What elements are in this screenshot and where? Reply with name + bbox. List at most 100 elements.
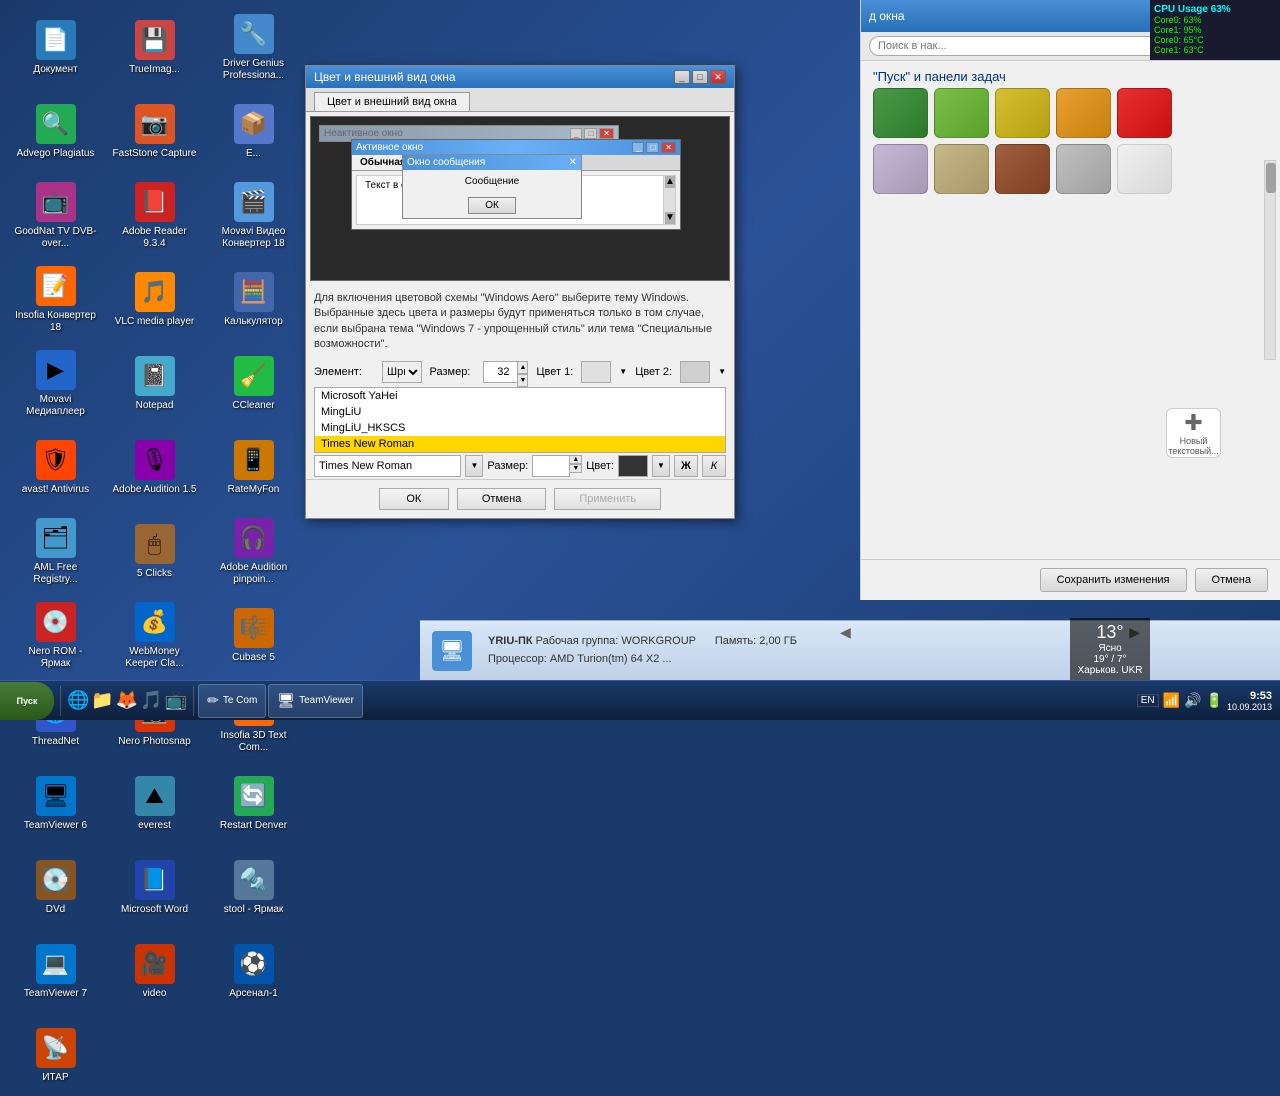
size-up-btn[interactable]: ▲ xyxy=(517,361,528,374)
font-size-up[interactable]: ▲ xyxy=(569,455,582,464)
dialog-minimize-btn[interactable]: _ xyxy=(674,70,690,84)
icon-driver-label: Driver Genius Professiona... xyxy=(211,58,296,82)
icon-advego[interactable]: 🔍 Advego Plagiatus xyxy=(8,92,103,172)
save-changes-button[interactable]: Сохранить изменения xyxy=(1040,568,1187,592)
icon-stool[interactable]: 🔩 stool - Ярмак xyxy=(206,848,301,928)
font-dropdown-arrow[interactable]: ▼ xyxy=(465,455,483,477)
icon-faststone[interactable]: 📷 FastStone Capture xyxy=(107,92,202,172)
icon-amlfree[interactable]: 🗂 AML Free Registry... xyxy=(8,512,103,592)
icon-webmoney[interactable]: 💰 WebMoney Keeper Cla... xyxy=(107,596,202,676)
inactive-max[interactable]: □ xyxy=(584,128,597,139)
dialog-maximize-btn[interactable]: □ xyxy=(692,70,708,84)
color-swatch-6[interactable] xyxy=(873,144,928,194)
color-swatch-10[interactable] xyxy=(1117,144,1172,194)
dialog-tab-bar: Цвет и внешний вид окна xyxy=(306,88,734,112)
icon-dvd[interactable]: 💽 DVd xyxy=(8,848,103,928)
font-size-down[interactable]: ▼ xyxy=(569,464,582,473)
dialog-close-btn[interactable]: ✕ xyxy=(710,70,726,84)
icon-driver[interactable]: 🔧 Driver Genius Professiona... xyxy=(206,8,301,88)
icon-audition2[interactable]: 🎧 Adobe Audition pinpoin... xyxy=(206,512,301,592)
color-swatch-8[interactable] xyxy=(995,144,1050,194)
quick-folder-icon[interactable]: 📁 xyxy=(91,690,113,711)
icon-itar[interactable]: 📡 ИТАР xyxy=(8,1016,103,1096)
dialog-apply-button[interactable]: Применить xyxy=(554,488,661,510)
color-swatch-1[interactable] xyxy=(873,88,928,138)
inactive-min[interactable]: _ xyxy=(570,128,582,139)
icon-arsenal[interactable]: ⚽ Арсенал-1 xyxy=(206,932,301,1012)
color-swatch-3[interactable] xyxy=(995,88,1050,138)
icon-trueimage[interactable]: 💾 TrueImag... xyxy=(107,8,202,88)
font-item-4-selected[interactable]: Times New Roman xyxy=(315,436,725,452)
font-color-btn[interactable] xyxy=(618,455,648,477)
dialog-title: Цвет и внешний вид окна xyxy=(314,70,456,84)
dialog-ok-button[interactable]: ОК xyxy=(379,488,449,510)
italic-button[interactable]: К xyxy=(702,455,726,477)
icon-notepad[interactable]: 📓 Notepad xyxy=(107,344,202,424)
right-panel-cancel-button[interactable]: Отмена xyxy=(1195,568,1268,592)
icon-restart[interactable]: 🔄 Restart Denver xyxy=(206,764,301,844)
icon-ccleaner[interactable]: 🧹 CCleaner xyxy=(206,344,301,424)
color-swatch-5[interactable] xyxy=(1117,88,1172,138)
icon-msword[interactable]: 📘 Microsoft Word xyxy=(107,848,202,928)
color-swatch-2[interactable] xyxy=(934,88,989,138)
active-max[interactable]: □ xyxy=(646,142,659,153)
element-select[interactable]: Шрифт сообщения xyxy=(382,361,422,383)
tab-color-appearance[interactable]: Цвет и внешний вид окна xyxy=(314,92,470,111)
icon-teamviewer2[interactable]: 💻 TeamViewer 7 xyxy=(8,932,103,1012)
new-theme-button[interactable]: ✚ Новый текстовый... xyxy=(1166,408,1221,458)
message-close-icon[interactable]: ✕ xyxy=(569,157,577,168)
quick-media-icon[interactable]: 📺 xyxy=(165,690,187,711)
icon-video[interactable]: 🎥 video xyxy=(107,932,202,1012)
scroll-left-btn[interactable]: ◀ xyxy=(840,624,851,641)
color2-btn[interactable] xyxy=(680,361,710,383)
icon-e[interactable]: 📦 Е... xyxy=(206,92,301,172)
dialog-cancel-button[interactable]: Отмена xyxy=(457,488,546,510)
icon-vlc[interactable]: 🎵 VLC media player xyxy=(107,260,202,340)
taskbar-item-teamviewer[interactable]: 🖥 TeamViewer xyxy=(268,684,363,718)
icon-cubase[interactable]: 🎼 Cubase 5 xyxy=(206,596,301,676)
icon-doc[interactable]: 📄 Документ xyxy=(8,8,103,88)
bold-button[interactable]: Ж xyxy=(674,455,698,477)
icon-movavi[interactable]: 🎬 Movavi Видео Конвертер 18 xyxy=(206,176,301,256)
icon-adobereader[interactable]: 📕 Adobe Reader 9.3.4 xyxy=(107,176,202,256)
quick-firefox-icon[interactable]: 🦊 xyxy=(116,690,138,711)
pc-memory: Память: 2,00 ГБ xyxy=(715,635,797,647)
icon-calc[interactable]: 🧮 Калькулятор xyxy=(206,260,301,340)
color1-dropdown[interactable]: ▼ xyxy=(619,367,627,376)
icon-avast[interactable]: 🛡 avast! Antivirus xyxy=(8,428,103,508)
inactive-close[interactable]: ✕ xyxy=(599,128,614,139)
message-ok-button[interactable]: ОК xyxy=(468,197,516,214)
active-close[interactable]: ✕ xyxy=(661,142,676,153)
font-item-2[interactable]: MingLiU xyxy=(315,404,725,420)
size-down-btn[interactable]: ▼ xyxy=(517,374,528,387)
icon-insofia[interactable]: 📝 Insofia Конвертер 18 xyxy=(8,260,103,340)
text-scrollbar[interactable]: ▲ ▼ xyxy=(663,176,675,224)
icon-movavi2[interactable]: ▶ Movavi Медиаплеер xyxy=(8,344,103,424)
color-swatch-4[interactable] xyxy=(1056,88,1111,138)
font-item-1[interactable]: Microsoft YaHei xyxy=(315,388,725,404)
start-button[interactable]: Пуск xyxy=(0,682,54,720)
clock-date: 10.09.2013 xyxy=(1227,702,1272,712)
color2-dropdown[interactable]: ▼ xyxy=(718,367,726,376)
font-size-input[interactable]: 8 xyxy=(532,455,570,477)
icon-teamviewer[interactable]: 🖥 TeamViewer 6 xyxy=(8,764,103,844)
icon-5clicks[interactable]: 🖱 5 Clicks xyxy=(107,512,202,592)
quick-winamp-icon[interactable]: 🎵 xyxy=(140,690,162,711)
font-color-dropdown[interactable]: ▼ xyxy=(652,455,670,477)
taskbar-item-tecom[interactable]: ✏ Te Com xyxy=(198,684,266,718)
right-panel-scrollbar[interactable] xyxy=(1264,160,1276,360)
font-item-3[interactable]: MingLiU_HKSCS xyxy=(315,420,725,436)
icon-insofia-label: Insofia Конвертер 18 xyxy=(13,310,98,334)
icon-audition[interactable]: 🎙 Adobe Audition 1.5 xyxy=(107,428,202,508)
color-swatch-7[interactable] xyxy=(934,144,989,194)
icon-nero[interactable]: 💿 Nero ROM - Ярмак xyxy=(8,596,103,676)
icon-ratemyfon[interactable]: 📱 RateMyFon xyxy=(206,428,301,508)
icon-everest[interactable]: ⛰ everest xyxy=(107,764,202,844)
lang-indicator[interactable]: EN xyxy=(1137,694,1159,707)
icon-goodnat[interactable]: 📺 GoodNat TV DVB-over... xyxy=(8,176,103,256)
color1-btn[interactable] xyxy=(581,361,611,383)
quick-ie-icon[interactable]: 🌐 xyxy=(67,690,89,711)
color-swatch-9[interactable] xyxy=(1056,144,1111,194)
clock-area[interactable]: 9:53 10.09.2013 xyxy=(1227,690,1272,712)
active-min[interactable]: _ xyxy=(632,142,644,153)
